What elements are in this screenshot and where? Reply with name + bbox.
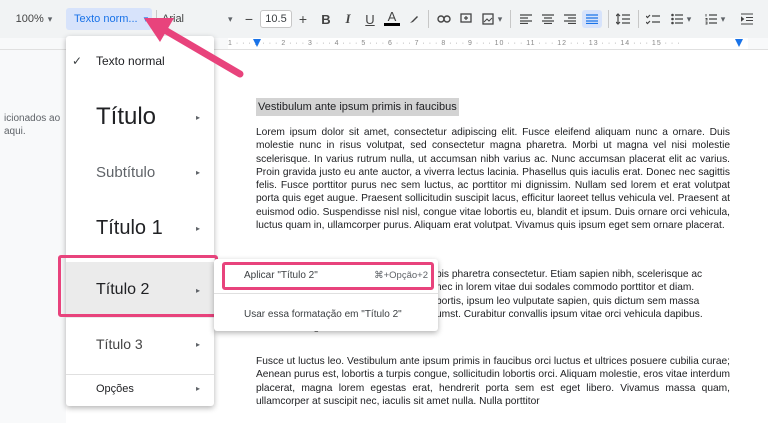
toolbar-divider <box>638 10 639 28</box>
align-justify-icon[interactable] <box>582 10 602 28</box>
align-left-icon[interactable] <box>518 10 534 28</box>
annotation-highlight-box <box>58 255 218 317</box>
menu-divider <box>214 293 438 294</box>
align-center-icon[interactable] <box>540 10 556 28</box>
toolbar: 100% Texto norm...▾ Arial▾ − 10.5 + B I … <box>0 0 768 38</box>
increase-font-button[interactable]: + <box>296 10 310 28</box>
highlight-pen-icon[interactable] <box>406 10 422 28</box>
line-spacing-icon[interactable] <box>614 10 632 28</box>
menu-item-options[interactable]: Opções ▸ <box>66 374 214 402</box>
insert-image-icon[interactable] <box>480 10 504 28</box>
toolbar-divider <box>510 10 511 28</box>
toolbar-divider <box>428 10 429 28</box>
chevron-right-icon: ▸ <box>195 339 200 349</box>
outline-hint-text: icionados ao aqui. <box>4 113 61 137</box>
paragraph-style-menu: ✓ Texto normal Título ▸ Subtítulo ▸ Títu… <box>66 36 214 406</box>
submenu-item-label: Usar essa formatação em "Título 2" <box>244 308 402 320</box>
menu-item-heading-1[interactable]: Título 1 ▸ <box>66 206 214 250</box>
menu-item-title[interactable]: Título ▸ <box>66 92 214 142</box>
zoom-dropdown[interactable]: 100% <box>10 10 58 28</box>
numbered-list-icon[interactable] <box>702 10 728 28</box>
menu-item-label: Título <box>96 103 157 130</box>
chevron-right-icon: ▸ <box>195 223 200 233</box>
align-right-icon[interactable] <box>562 10 578 28</box>
style-value: Texto norm... <box>74 13 138 25</box>
comment-icon[interactable] <box>458 10 474 28</box>
text-color-button[interactable]: A <box>384 9 400 26</box>
italic-button[interactable]: I <box>340 10 356 28</box>
chevron-right-icon: ▸ <box>195 112 200 122</box>
left-margin-area <box>0 50 66 423</box>
document-heading[interactable]: Vestibulum ante ipsum primis in faucibus <box>256 98 459 116</box>
bold-button[interactable]: B <box>318 10 334 28</box>
ruler-scale: 1 · · · 1 · · · 2 · · · 3 · · · 4 · · · … <box>228 38 748 49</box>
menu-item-label: Título 3 <box>96 336 143 352</box>
link-icon[interactable] <box>436 10 452 28</box>
annotation-arrow-icon <box>144 18 244 78</box>
toolbar-divider <box>608 10 609 28</box>
document-paragraph[interactable]: Fusce ut luctus leo. Vestibulum ante ips… <box>256 355 730 408</box>
font-size-input[interactable]: 10.5 <box>260 10 292 28</box>
indent-icon[interactable] <box>738 10 756 28</box>
menu-item-heading-3[interactable]: Título 3 ▸ <box>66 324 214 364</box>
update-heading-2-option[interactable]: Usar essa formatação em "Título 2" <box>214 303 438 325</box>
underline-button[interactable]: U <box>362 10 378 28</box>
bulleted-list-icon[interactable] <box>668 10 694 28</box>
menu-item-subtitle[interactable]: Subtítulo ▸ <box>66 152 214 192</box>
menu-item-label: Título 1 <box>96 216 163 239</box>
annotation-highlight-box <box>222 262 434 290</box>
menu-item-label: Subtítulo <box>96 163 156 181</box>
check-icon: ✓ <box>72 54 83 68</box>
document-paragraph[interactable]: Lorem ipsum dolor sit amet, consectetur … <box>256 126 730 232</box>
menu-item-label: Opções <box>96 382 134 395</box>
checklist-icon[interactable] <box>644 10 662 28</box>
zoom-value: 100% <box>15 13 44 25</box>
chevron-right-icon: ▸ <box>195 167 200 177</box>
chevron-right-icon: ▸ <box>195 384 200 393</box>
